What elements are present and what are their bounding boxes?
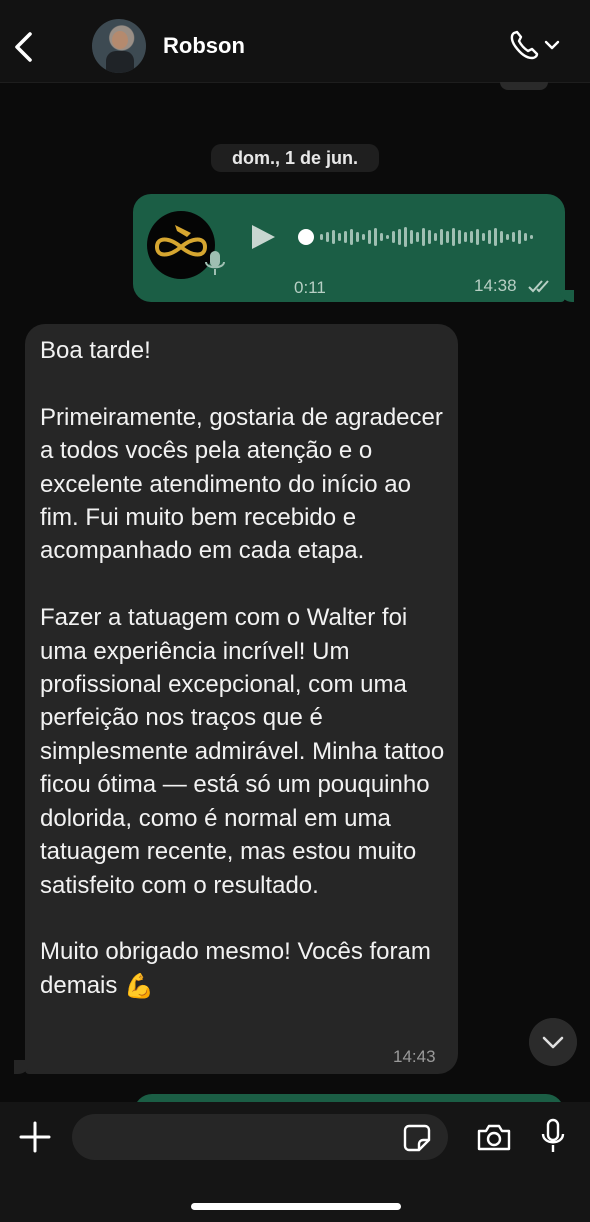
waveform-bar [368, 230, 371, 244]
date-separator: dom., 1 de jun. [211, 144, 379, 172]
chat-header [0, 0, 590, 83]
waveform-bar [326, 232, 329, 242]
previous-message-edge [500, 82, 548, 90]
message-time: 14:38 [474, 276, 517, 295]
waveform-bar [506, 234, 509, 240]
waveform-bar [332, 230, 335, 244]
play-icon[interactable] [248, 222, 278, 252]
waveform-bar [428, 230, 431, 244]
waveform-bar [524, 233, 527, 241]
waveform-bar [392, 231, 395, 243]
scroll-down-button[interactable] [529, 1018, 577, 1066]
waveform-bar [470, 231, 473, 243]
waveform-bar [380, 233, 383, 241]
waveform-bar [416, 232, 419, 242]
message-time: 14:43 [393, 1047, 436, 1066]
contact-name[interactable]: Robson [163, 33, 245, 59]
microphone-badge-icon [205, 251, 225, 275]
waveform-bar [440, 229, 443, 245]
waveform-bar [494, 228, 497, 246]
waveform-bar [350, 229, 353, 245]
read-receipt-icon [528, 280, 549, 293]
waveform-bar [404, 227, 407, 247]
message-text: Boa tarde! Primeiramente, gostaria de ag… [40, 334, 450, 1003]
waveform-bar [500, 231, 503, 243]
waveform-bar [452, 228, 455, 246]
sticker-icon[interactable] [402, 1123, 432, 1153]
camera-icon[interactable] [476, 1122, 512, 1152]
flexed-biceps-emoji: 💪 [124, 972, 154, 1000]
waveform-bar [398, 229, 401, 245]
home-indicator [191, 1203, 401, 1210]
waveform-bar [518, 230, 521, 244]
message-input[interactable] [72, 1114, 448, 1160]
waveform-bar [410, 230, 413, 244]
message-body: Boa tarde! Primeiramente, gostaria de ag… [40, 337, 445, 999]
waveform-bar [530, 235, 533, 239]
phone-icon[interactable] [508, 28, 564, 62]
waveform-bar [446, 231, 449, 243]
microphone-icon[interactable] [540, 1118, 566, 1154]
plus-icon[interactable] [18, 1120, 52, 1154]
waveform-bar [476, 229, 479, 245]
back-chevron-icon[interactable] [10, 30, 38, 64]
waveform-bar [386, 235, 389, 239]
waveform-bar [488, 230, 491, 244]
waveform-bar [344, 231, 347, 243]
playhead-dot [298, 229, 314, 245]
waveform-bar [512, 232, 515, 242]
contact-avatar[interactable] [92, 19, 146, 73]
waveform-bar [338, 233, 341, 241]
voice-duration: 0:11 [294, 278, 326, 297]
waveform-bar [458, 230, 461, 244]
waveform-bar [482, 233, 485, 241]
audio-waveform[interactable] [296, 220, 541, 254]
waveform-bar [422, 228, 425, 246]
waveform-bar [434, 233, 437, 241]
waveform-bar [464, 232, 467, 242]
waveform-bar [320, 234, 323, 240]
waveform-bar [356, 232, 359, 242]
waveform-bar [362, 234, 365, 240]
waveform-bar [374, 228, 377, 246]
